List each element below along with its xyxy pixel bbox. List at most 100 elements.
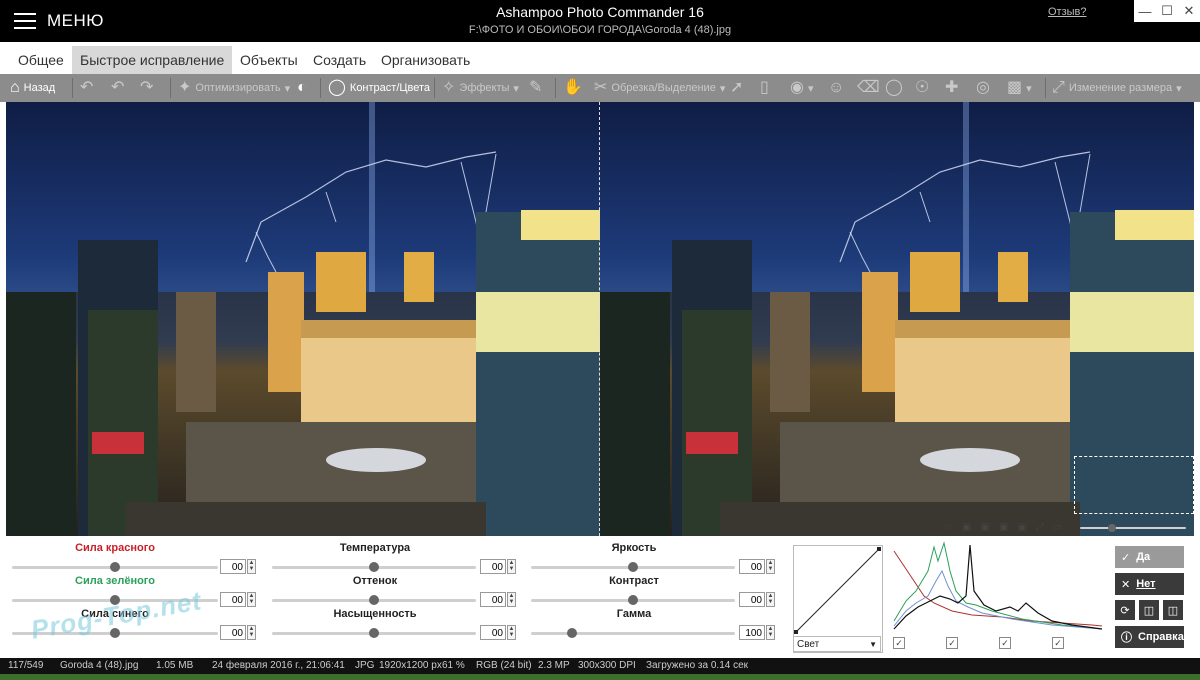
portrait-button[interactable]: ☺ [828, 74, 844, 102]
undo-button[interactable]: ↶ [111, 74, 124, 102]
brightness-value[interactable]: 00 [739, 559, 765, 574]
gamma-value[interactable]: 100 [739, 625, 765, 640]
slider-knob[interactable] [566, 628, 577, 638]
image-canvas[interactable] [6, 102, 1194, 536]
slider-knob[interactable] [369, 595, 379, 605]
compare-icon[interactable]: ▣ [999, 522, 1008, 536]
slider-knob[interactable] [110, 562, 120, 572]
hand-icon: ✋ [563, 79, 583, 96]
monitor-icon[interactable]: ▭ [1053, 522, 1062, 536]
green-strength-value[interactable]: 00 [220, 592, 246, 607]
window-controls: — ☐ ✕ [1134, 0, 1200, 22]
bandage-button[interactable]: ✚ [945, 74, 958, 102]
tint-slider[interactable] [272, 595, 476, 605]
spinner-icon[interactable]: ▲ ▼ [766, 559, 775, 574]
red-strength-value[interactable]: 00 [220, 559, 246, 574]
optimize-button[interactable]: ✦ Оптимизировать ▾ [178, 74, 290, 102]
slider-knob[interactable] [628, 562, 638, 572]
spinner-icon[interactable]: ▲ ▼ [766, 625, 775, 640]
histogram-toolbar: ☆ ▣ ▣ ▣ ▣ ⤢ ▭ [944, 522, 1062, 536]
brightness-slider[interactable] [531, 562, 735, 572]
histogram-green-checkbox[interactable]: ✓ [946, 637, 958, 649]
curve-channel-select[interactable]: Свет ▼ [793, 636, 881, 652]
tab-quick-fix[interactable]: Быстрое исправление [72, 46, 233, 74]
save-button[interactable]: ◫ [1139, 600, 1159, 620]
slider-knob[interactable] [369, 562, 379, 572]
save-icon: ◫ [1143, 604, 1155, 617]
slider-knob[interactable] [369, 628, 379, 638]
temperature-value[interactable]: 00 [480, 559, 506, 574]
brightness-label: Яркость [611, 542, 657, 554]
palette-button[interactable]: ☉ [915, 74, 929, 102]
compare-icon[interactable]: ▣ [980, 522, 989, 536]
contrast-value[interactable]: 00 [739, 592, 765, 607]
slider-knob[interactable] [628, 595, 638, 605]
contrast-slider[interactable] [531, 595, 735, 605]
status-format: JPG [355, 660, 375, 671]
saturation-slider[interactable] [272, 628, 476, 638]
crop-selection-button[interactable]: ✂ Обрезка/Выделение ▾ [594, 74, 725, 102]
curve-channel-value: Свет [797, 639, 820, 650]
tilt-shift-button[interactable]: ▩ ▾ [1007, 74, 1032, 102]
spinner-icon[interactable]: ▲ ▼ [507, 592, 516, 607]
compare-icon[interactable]: ▣ [1017, 522, 1026, 536]
brush-button[interactable]: ✎ [529, 74, 542, 102]
feedback-link[interactable]: Отзыв? [1048, 6, 1087, 18]
compare-icon[interactable]: ▣ [962, 522, 971, 536]
zoom-slider[interactable] [1080, 524, 1186, 532]
chevron-down-icon: ▾ [1026, 82, 1032, 95]
yes-button[interactable]: ✓ Да [1115, 546, 1184, 568]
red-strength-label: Сила красного [75, 542, 155, 554]
spinner-icon[interactable]: ▲ ▼ [766, 592, 775, 607]
back-button[interactable]: ⌂ Назад [10, 74, 55, 102]
histogram-blue-checkbox[interactable]: ✓ [999, 637, 1011, 649]
slider-knob[interactable] [1108, 524, 1116, 532]
bandage-icon: ✚ [945, 79, 959, 96]
title-bar: МЕНЮ Ashampoo Photo Commander 16 F:\ФОТО… [0, 0, 1200, 42]
saturation-value[interactable]: 00 [480, 625, 506, 640]
spinner-icon[interactable]: ▲ ▼ [507, 625, 516, 640]
spinner-icon[interactable]: ▲ ▼ [507, 559, 516, 574]
close-icon[interactable]: ✕ [1178, 0, 1200, 22]
fullscreen-icon[interactable]: ⤢ [1036, 522, 1044, 536]
effects-button[interactable]: ✧ Эффекты ▾ [442, 74, 519, 102]
redo-button[interactable]: ↷ [140, 74, 153, 102]
chevron-down-icon: ▼ [869, 640, 877, 649]
red-strength-slider[interactable] [12, 562, 218, 572]
red-eye-button[interactable]: ◉ ▾ [790, 74, 814, 102]
help-button[interactable]: ⓘ Справка [1115, 626, 1184, 648]
resize-button[interactable]: ⤢ Изменение размера ▾ [1052, 74, 1182, 102]
focus-button[interactable]: ◎ [976, 74, 990, 102]
tab-general[interactable]: Общее [10, 46, 72, 74]
spinner-icon[interactable]: ▲ ▼ [247, 559, 256, 574]
histogram-red-checkbox[interactable]: ✓ [893, 637, 905, 649]
histogram-luma-checkbox[interactable]: ✓ [1052, 637, 1064, 649]
spinner-icon[interactable]: ▲ ▼ [247, 592, 256, 607]
gamma-slider[interactable] [531, 628, 735, 638]
tab-create[interactable]: Создать [305, 46, 374, 74]
minimize-icon[interactable]: — [1134, 0, 1156, 22]
gamma-label: Гамма [616, 608, 652, 620]
auto-level-button[interactable]: ◐ [297, 74, 307, 102]
tab-objects[interactable]: Объекты [232, 46, 306, 74]
contrast-colors-button[interactable]: ◯ Контраст/Цвета [328, 74, 430, 102]
undo-all-button[interactable]: ↶ [80, 74, 93, 102]
desktop-background [0, 674, 1200, 680]
blue-strength-value[interactable]: 00 [220, 625, 246, 640]
no-button[interactable]: ✕ Нет [1115, 573, 1184, 595]
clone-button[interactable]: ◯ [885, 74, 903, 102]
eraser-button[interactable]: ⌫ [857, 74, 880, 102]
tint-value[interactable]: 00 [480, 592, 506, 607]
separator [170, 78, 171, 98]
perspective-button[interactable]: ▯ [760, 74, 769, 102]
spinner-icon[interactable]: ▲ ▼ [247, 625, 256, 640]
save-as-button[interactable]: ◫ [1163, 600, 1183, 620]
maximize-icon[interactable]: ☐ [1156, 0, 1178, 22]
navigator-viewport[interactable] [1074, 456, 1194, 514]
hand-tool-button[interactable]: ✋ [563, 74, 583, 102]
tab-organize[interactable]: Организовать [373, 46, 478, 74]
star-icon[interactable]: ☆ [944, 522, 953, 536]
straighten-button[interactable]: ➚ [730, 74, 743, 102]
temperature-slider[interactable] [272, 562, 476, 572]
reset-button[interactable]: ⟳ [1115, 600, 1135, 620]
